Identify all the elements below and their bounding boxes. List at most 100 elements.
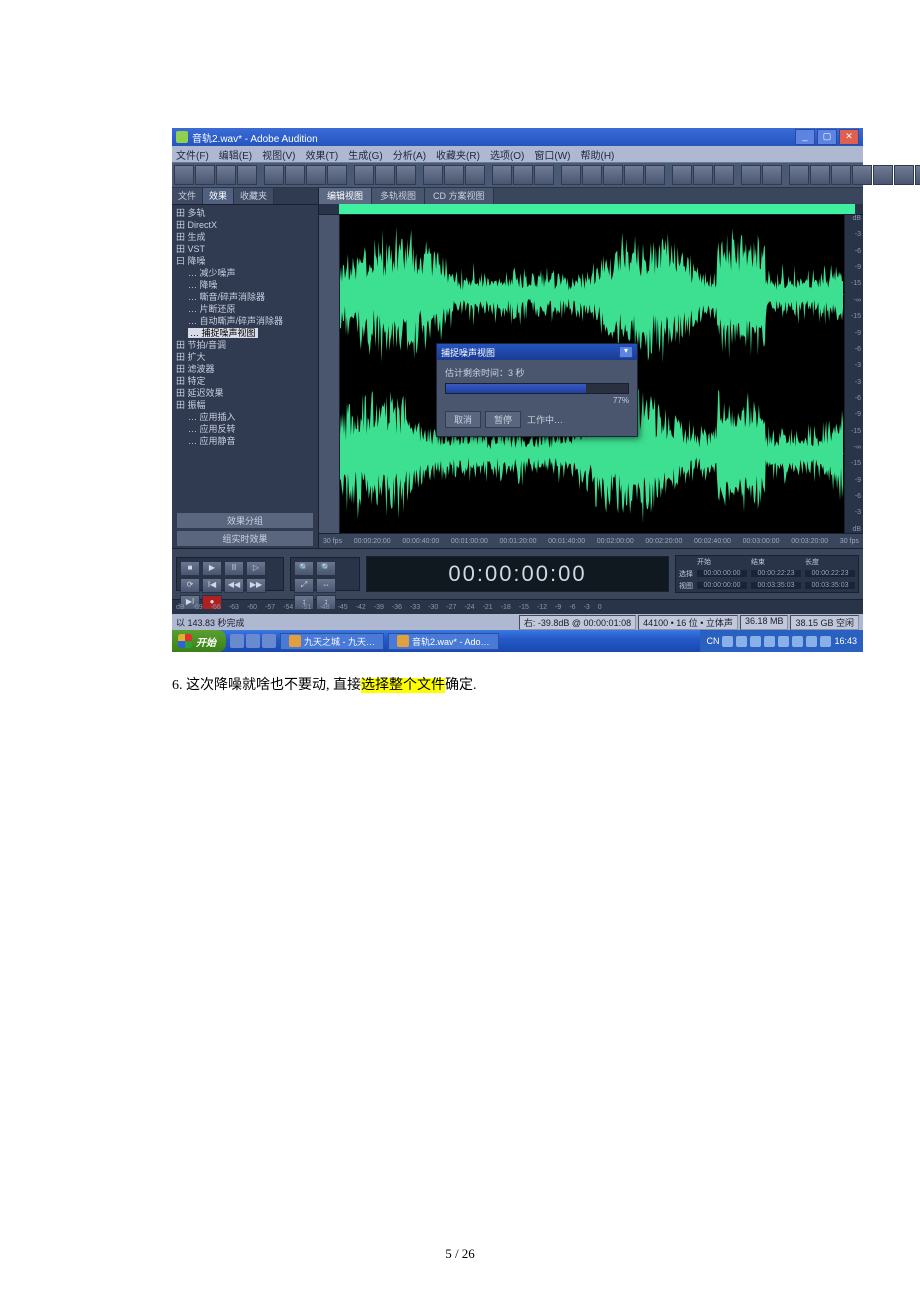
menu-analyze[interactable]: 分析(A) bbox=[393, 147, 426, 162]
tab-edit-view[interactable]: 编辑视图 bbox=[319, 188, 372, 204]
menu-help[interactable]: 帮助(H) bbox=[581, 147, 615, 162]
sel-length[interactable]: 00:00:22:23 bbox=[805, 570, 855, 577]
menu-favorites[interactable]: 收藏夹(R) bbox=[436, 147, 480, 162]
cancel-button[interactable]: 取消 bbox=[445, 411, 481, 428]
toolbar-button[interactable] bbox=[831, 165, 851, 185]
tree-item[interactable]: … 自动嘶声/碎声消除器 bbox=[188, 315, 314, 327]
quicklaunch-icon[interactable] bbox=[230, 634, 244, 648]
zoom-out-button[interactable]: 🔍 bbox=[316, 561, 336, 576]
toolbar-button[interactable] bbox=[396, 165, 416, 185]
menu-file[interactable]: 文件(F) bbox=[176, 147, 209, 162]
tree-item[interactable]: … 捕捉噪声视图 bbox=[188, 327, 314, 339]
quicklaunch-icon[interactable] bbox=[262, 634, 276, 648]
start-button[interactable]: 开始 bbox=[172, 630, 226, 652]
taskbar-app-1[interactable]: 九天之城 - 九天… bbox=[280, 633, 384, 650]
toolbar-button[interactable] bbox=[534, 165, 554, 185]
toolbar-button[interactable] bbox=[645, 165, 665, 185]
toolbar-button[interactable] bbox=[195, 165, 215, 185]
view-length[interactable]: 00:03:35:03 bbox=[805, 582, 855, 589]
tray-icon[interactable] bbox=[750, 636, 761, 647]
tree-item[interactable]: 田 生成 bbox=[176, 231, 314, 243]
toolbar-button[interactable] bbox=[810, 165, 830, 185]
tree-item[interactable]: … 应用插入 bbox=[188, 411, 314, 423]
tree-item[interactable]: 田 延迟效果 bbox=[176, 387, 314, 399]
tray-icon[interactable] bbox=[792, 636, 803, 647]
toolbar-button[interactable] bbox=[603, 165, 623, 185]
tab-cd-view[interactable]: CD 方案视图 bbox=[425, 188, 494, 204]
menu-effects[interactable]: 效果(T) bbox=[305, 147, 338, 162]
tree-item[interactable]: … 片断还原 bbox=[188, 303, 314, 315]
goto-begin-button[interactable]: I◀ bbox=[202, 578, 222, 593]
tree-item[interactable]: … 嘶音/碎声消除器 bbox=[188, 291, 314, 303]
tab-favorites[interactable]: 收藏夹 bbox=[234, 188, 274, 204]
play-button[interactable]: ▶ bbox=[202, 561, 222, 576]
tree-item[interactable]: 田 振幅 bbox=[176, 399, 314, 411]
tree-item[interactable]: 田 特定 bbox=[176, 375, 314, 387]
effects-tree[interactable]: 田 多轨田 DirectX田 生成田 VST曰 降噪… 减少噪声… 降噪… 嘶音… bbox=[172, 205, 318, 511]
quicklaunch-icon[interactable] bbox=[246, 634, 260, 648]
toolbar-button[interactable] bbox=[561, 165, 581, 185]
pause-button[interactable]: 暂停 bbox=[485, 411, 521, 428]
tray-icon[interactable] bbox=[806, 636, 817, 647]
toolbar-button[interactable] bbox=[444, 165, 464, 185]
tree-item[interactable]: 田 DirectX bbox=[176, 219, 314, 231]
maximize-button[interactable]: ▢ bbox=[817, 129, 837, 145]
toolbar-button[interactable] bbox=[789, 165, 809, 185]
language-indicator[interactable]: CN bbox=[706, 636, 719, 646]
clock[interactable]: 16:43 bbox=[834, 636, 857, 646]
minimize-button[interactable]: _ bbox=[795, 129, 815, 145]
toolbar-button[interactable] bbox=[582, 165, 602, 185]
zoom-selection-button[interactable]: ⇔ bbox=[316, 578, 336, 593]
tree-item[interactable]: … 应用静音 bbox=[188, 435, 314, 447]
tree-item[interactable]: … 减少噪声 bbox=[188, 267, 314, 279]
close-button[interactable]: ✕ bbox=[839, 129, 859, 145]
effects-group-button[interactable]: 效果分组 bbox=[176, 512, 314, 529]
toolbar-button[interactable] bbox=[741, 165, 761, 185]
toolbar-button[interactable] bbox=[915, 165, 920, 185]
loop-button[interactable]: ⟳ bbox=[180, 578, 200, 593]
tree-item[interactable]: 田 多轨 bbox=[176, 207, 314, 219]
tree-item[interactable]: 田 扩大 bbox=[176, 351, 314, 363]
tree-item[interactable]: 田 滤波器 bbox=[176, 363, 314, 375]
toolbar-button[interactable] bbox=[513, 165, 533, 185]
tab-multitrack-view[interactable]: 多轨视图 bbox=[372, 188, 425, 204]
tree-item[interactable]: 田 VST bbox=[176, 243, 314, 255]
tree-item[interactable]: … 应用反转 bbox=[188, 423, 314, 435]
toolbar-button[interactable] bbox=[492, 165, 512, 185]
menu-generate[interactable]: 生成(G) bbox=[348, 147, 382, 162]
pause-button[interactable]: II bbox=[224, 561, 244, 576]
view-end[interactable]: 00:03:35:03 bbox=[751, 582, 801, 589]
toolbar-button[interactable] bbox=[714, 165, 734, 185]
menu-edit[interactable]: 编辑(E) bbox=[219, 147, 252, 162]
toolbar-button[interactable] bbox=[237, 165, 257, 185]
taskbar-app-2[interactable]: 音轨2.wav* - Ado… bbox=[388, 633, 499, 650]
tray-icon[interactable] bbox=[820, 636, 831, 647]
menu-window[interactable]: 窗口(W) bbox=[534, 147, 570, 162]
toolbar-button[interactable] bbox=[624, 165, 644, 185]
overview-bar[interactable] bbox=[319, 204, 863, 215]
tray-icon[interactable] bbox=[764, 636, 775, 647]
toolbar-button[interactable] bbox=[174, 165, 194, 185]
toolbar-button[interactable] bbox=[852, 165, 872, 185]
toolbar-button[interactable] bbox=[354, 165, 374, 185]
toolbar-button[interactable] bbox=[423, 165, 443, 185]
menu-options[interactable]: 选项(O) bbox=[490, 147, 524, 162]
dialog-dropdown-icon[interactable]: ▾ bbox=[619, 346, 633, 358]
toolbar-button[interactable] bbox=[327, 165, 347, 185]
toolbar-button[interactable] bbox=[693, 165, 713, 185]
group-realtime-button[interactable]: 组实时效果 bbox=[176, 530, 314, 547]
toolbar-button[interactable] bbox=[873, 165, 893, 185]
rewind-button[interactable]: ◀◀ bbox=[224, 578, 244, 593]
tray-icon[interactable] bbox=[722, 636, 733, 647]
toolbar-button[interactable] bbox=[894, 165, 914, 185]
toolbar-button[interactable] bbox=[216, 165, 236, 185]
tree-item[interactable]: 曰 降噪 bbox=[176, 255, 314, 267]
toolbar-button[interactable] bbox=[264, 165, 284, 185]
tree-item[interactable]: … 降噪 bbox=[188, 279, 314, 291]
play-selection-button[interactable]: ▷ bbox=[246, 561, 266, 576]
toolbar-button[interactable] bbox=[465, 165, 485, 185]
view-begin[interactable]: 00:00:00:00 bbox=[697, 582, 747, 589]
menu-view[interactable]: 视图(V) bbox=[262, 147, 295, 162]
toolbar-button[interactable] bbox=[762, 165, 782, 185]
tray-icon[interactable] bbox=[736, 636, 747, 647]
